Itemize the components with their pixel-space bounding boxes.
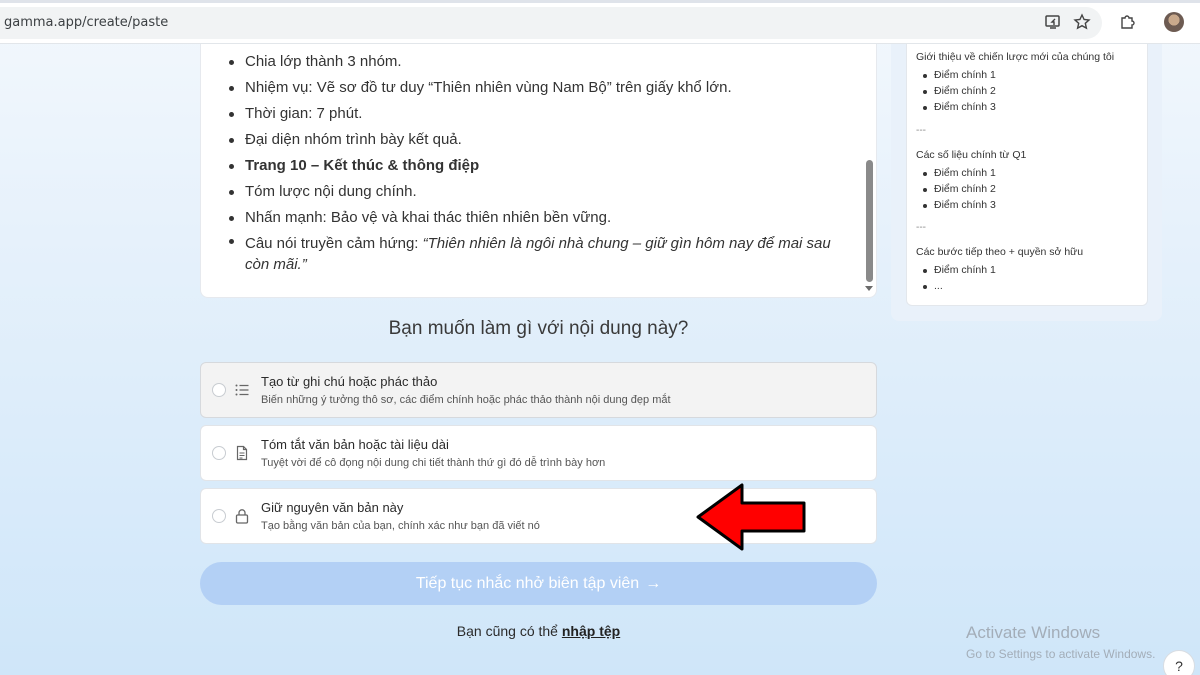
option-title: Giữ nguyên văn bản này [261,500,404,515]
option-description: Biến những ý tưởng thô sơ, các điểm chín… [261,394,671,406]
preview-heading: Giới thiệu về chiến lược mới của chúng t… [916,51,1115,63]
list-item: Thời gian: 7 phút. [229,101,845,127]
option-radio[interactable] [212,446,226,460]
annotation-arrow-icon [696,483,806,551]
content-list: Chia lớp thành 3 nhóm. Nhiệm vụ: Vẽ sơ đ… [229,49,845,275]
preview-point: Điểm chính 2 [922,83,1132,99]
list-item: Đại diện nhóm trình bày kết quả. [229,127,845,153]
option-title: Tạo từ ghi chú hoặc phác thảo [261,374,438,389]
import-file-link[interactable]: nhập tệp [562,623,620,639]
option-radio[interactable] [212,383,226,397]
list-item-quote: Câu nói truyền cảm hứng: “Thiên nhiên là… [229,231,845,275]
list-item: Nhấn mạnh: Bảo vệ và khai thác thiên nhi… [229,205,845,231]
import-file-line: Bạn cũng có thể nhập tệp [200,623,877,639]
list-item: Nhiệm vụ: Vẽ sơ đồ tư duy “Thiên nhiên v… [229,75,845,101]
address-bar-url[interactable]: gamma.app/create/paste [4,15,168,30]
activate-windows-subtitle: Go to Settings to activate Windows. [966,647,1156,661]
option-radio[interactable] [212,509,226,523]
tab-strip-edge [0,0,1200,3]
activate-windows-title: Activate Windows [966,623,1101,642]
preview-heading: Các bước tiếp theo + quyền sở hữu [916,246,1084,258]
pasted-content-editor[interactable]: Chia lớp thành 3 nhóm. Nhiệm vụ: Vẽ sơ đ… [200,44,877,298]
continue-button-label: Tiếp tục nhắc nhở biên tập viên [415,575,640,592]
preview-section: Giới thiệu về chiến lược mới của chúng t… [916,50,1114,115]
option-summarize[interactable]: Tóm tắt văn bản hoặc tài liệu dài Tuyệt … [200,425,877,481]
mode-question: Bạn muốn làm gì với nội dung này? [388,318,689,339]
preview-points: Điểm chính 1 ... [916,262,1083,294]
preview-point: Điểm chính 1 [922,67,1132,83]
preview-points: Điểm chính 1 Điểm chính 2 Điểm chính 3 [916,67,1114,115]
preview-point: Điểm chính 2 [922,181,1044,197]
list-icon [235,384,249,396]
list-item-heading: Trang 10 – Kết thúc & thông điệp [229,153,845,179]
preview-section: Các bước tiếp theo + quyền sở hữu Điểm c… [916,245,1083,294]
option-description: Tạo bằng văn bản của bạn, chính xác như … [261,520,540,532]
help-button[interactable]: ? [1163,650,1195,675]
preview-point: Điểm chính 3 [922,99,1132,115]
import-prefix: Bạn cũng có thể [456,623,562,639]
preview-heading: Các số liệu chính từ Q1 [916,149,1027,161]
preview-point: Điểm chính 1 [922,165,1044,181]
preview-separator: --- [916,125,926,136]
extensions-puzzle-icon[interactable] [1118,13,1136,31]
option-title: Tóm tắt văn bản hoặc tài liệu dài [261,437,449,452]
browser-toolbar: gamma.app/create/paste [0,0,1200,44]
scroll-down-arrow-icon[interactable] [865,286,873,291]
profile-avatar[interactable] [1164,12,1184,32]
bookmark-star-icon[interactable] [1073,13,1091,31]
list-item: Chia lớp thành 3 nhóm. [229,49,845,75]
preview-section: Các số liệu chính từ Q1 Điểm chính 1 Điể… [916,148,1026,213]
list-item: Tóm lược nội dung chính. [229,179,845,205]
option-from-notes[interactable]: Tạo từ ghi chú hoặc phác thảo Biến những… [200,362,877,418]
preview-separator: --- [916,222,926,233]
preview-point: Điểm chính 3 [922,197,1044,213]
content-scrollbar[interactable] [866,160,873,282]
preview-points: Điểm chính 1 Điểm chính 2 Điểm chính 3 [916,165,1026,213]
arrow-right-icon: → [645,575,662,592]
install-app-icon[interactable] [1044,13,1062,31]
option-description: Tuyệt vời để cô đọng nội dung chi tiết t… [261,457,606,469]
lock-icon [235,509,249,524]
quote-prefix: Câu nói truyền cảm hứng: [245,235,423,252]
continue-button[interactable]: Tiếp tục nhắc nhở biên tập viên → [200,562,877,605]
document-icon [236,445,248,461]
preview-point: ... [922,278,1101,294]
preview-point: Điểm chính 1 [922,262,1101,278]
